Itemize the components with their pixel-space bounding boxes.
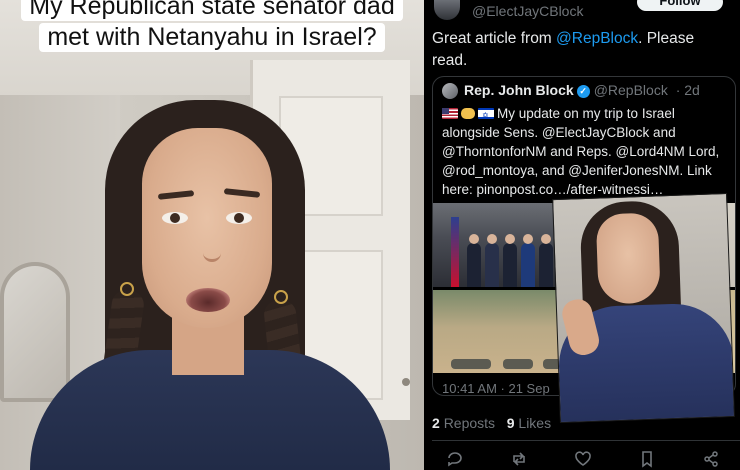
mouth (186, 288, 230, 312)
tweet-text-before: Great article from (432, 30, 557, 47)
overlay-face (595, 212, 661, 305)
heart-icon[interactable] (574, 450, 592, 468)
debris (503, 359, 533, 369)
mention-link[interactable]: @RepBlock (556, 30, 638, 47)
person-figure (521, 234, 535, 287)
engagement-stats: 2 Reposts 9 Likes (432, 415, 551, 431)
likes-label[interactable]: Likes (518, 415, 551, 431)
door-knob (402, 378, 410, 386)
bookmark-icon[interactable] (638, 450, 656, 468)
nose (203, 240, 221, 262)
caption-line-1: My Republican state senator dad (21, 0, 403, 21)
reposts-label[interactable]: Reposts (444, 415, 495, 431)
person-figure (503, 234, 517, 287)
verified-badge-icon: ✓ (576, 85, 590, 98)
quoted-author-name[interactable]: Rep. John Block (464, 82, 574, 98)
author-avatar[interactable] (434, 0, 460, 20)
right-eye (226, 212, 252, 224)
left-earring (120, 282, 134, 296)
action-bar (424, 448, 740, 470)
israel-flag-icon (478, 106, 494, 125)
quoted-author-header: Rep. John Block ✓ @RepBlock · 2d (464, 82, 700, 98)
video-frame: My Republican state senator dad met with… (0, 0, 424, 470)
divider (432, 440, 740, 441)
person-figure (539, 234, 553, 287)
overlay-video-still (552, 193, 735, 423)
video-caption: My Republican state senator dad met with… (0, 0, 424, 52)
quoted-tweet-timestamp[interactable]: 10:41 AM · 21 Sep (442, 381, 550, 395)
right-earring (274, 290, 288, 304)
author-handle[interactable]: @ElectJayCBlock (472, 3, 583, 19)
debris (451, 359, 491, 369)
share-icon[interactable] (702, 450, 720, 468)
arched-mirror (0, 262, 70, 402)
reply-icon[interactable] (446, 450, 464, 468)
follow-button[interactable]: Follow (637, 0, 723, 11)
person-figure (485, 234, 499, 287)
likes-count[interactable]: 9 (507, 415, 515, 431)
repost-icon[interactable] (510, 450, 528, 468)
caption-line-2: met with Netanyahu in Israel? (39, 23, 385, 52)
us-flag-icon (442, 108, 458, 119)
quoted-tweet-text: My update on my trip to Israel alongside… (442, 104, 730, 199)
flag-decoration (451, 217, 459, 287)
tweet-text: Great article from @RepBlock. Please rea… (432, 28, 732, 72)
quoted-tweet-age: · 2d (675, 82, 700, 98)
handshake-icon (461, 108, 475, 119)
person-figure (467, 234, 481, 287)
left-eye (162, 212, 188, 224)
quoted-author-avatar[interactable] (442, 83, 458, 99)
quoted-author-handle[interactable]: @RepBlock (594, 82, 668, 98)
reposts-count[interactable]: 2 (432, 415, 440, 431)
tweet-panel: @ElectJayCBlock Follow Great article fro… (424, 0, 740, 470)
